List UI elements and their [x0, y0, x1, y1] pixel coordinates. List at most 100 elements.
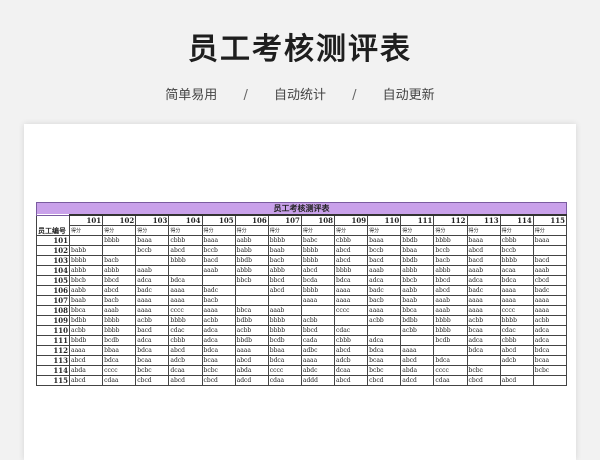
score-cell[interactable]: abcd	[168, 375, 203, 386]
score-cell[interactable]: bacb	[267, 255, 302, 266]
score-cell[interactable]: baaa	[532, 235, 568, 246]
score-cell[interactable]: cdac	[333, 325, 369, 336]
score-cell[interactable]: abcd	[466, 245, 501, 256]
score-cell[interactable]	[267, 295, 302, 306]
score-cell[interactable]: aaaa	[68, 345, 104, 356]
score-cell[interactable]: bbbb	[300, 285, 336, 296]
score-cell[interactable]: bbbb	[300, 255, 336, 266]
score-cell[interactable]: adca	[466, 335, 501, 346]
score-cell[interactable]: bbdb	[234, 255, 269, 266]
score-cell[interactable]: bdca	[499, 275, 534, 286]
score-cell[interactable]: bdca	[267, 355, 302, 366]
score-cell[interactable]: cccc	[333, 305, 369, 316]
score-cell[interactable]: bcbc	[367, 365, 402, 376]
score-cell[interactable]: aaaa	[333, 295, 369, 306]
score-cell[interactable]: bbbb	[267, 315, 302, 326]
score-cell[interactable]: adca	[367, 335, 402, 346]
score-cell[interactable]: adca	[135, 275, 170, 286]
score-cell[interactable]: bccb	[201, 245, 236, 256]
score-cell[interactable]: acbb	[68, 325, 104, 336]
score-cell[interactable]: abcd	[168, 245, 203, 256]
score-cell[interactable]: baaa	[466, 235, 501, 246]
score-cell[interactable]: cbbb	[499, 235, 534, 246]
score-cell[interactable]: bbbb	[333, 265, 369, 276]
score-cell[interactable]: baaa	[135, 235, 170, 246]
score-cell[interactable]: acaa	[499, 265, 534, 276]
score-cell[interactable]: bdca	[102, 355, 137, 366]
score-cell[interactable]: abbb	[102, 265, 137, 276]
score-cell[interactable]: bbdb	[234, 335, 269, 346]
score-cell[interactable]: abbb	[234, 265, 269, 276]
score-cell[interactable]: badc	[135, 285, 170, 296]
score-cell[interactable]: cdaa	[267, 375, 302, 386]
score-cell[interactable]: aaab	[135, 265, 170, 276]
score-cell[interactable]: adca	[201, 325, 236, 336]
score-cell[interactable]	[367, 325, 402, 336]
score-cell[interactable]: cbbb	[499, 335, 534, 346]
score-cell[interactable]	[234, 285, 269, 296]
score-cell[interactable]: bacd	[135, 325, 170, 336]
score-cell[interactable]: badc	[201, 285, 236, 296]
score-cell[interactable]: acbb	[466, 315, 501, 326]
score-cell[interactable]: bacb	[433, 255, 468, 266]
score-cell[interactable]: aaab	[433, 295, 468, 306]
score-cell[interactable]: bbcd	[267, 275, 302, 286]
score-cell[interactable]	[201, 275, 236, 286]
score-cell[interactable]: cdac	[499, 325, 534, 336]
score-cell[interactable]: bacb	[102, 295, 137, 306]
score-cell[interactable]: abcd	[267, 285, 302, 296]
score-cell[interactable]: cbbb	[333, 335, 369, 346]
score-cell[interactable]: bcaa	[201, 355, 236, 366]
score-cell[interactable]: bcda	[300, 275, 336, 286]
score-cell[interactable]	[532, 245, 568, 256]
score-cell[interactable]: cbcd	[135, 375, 170, 386]
score-cell[interactable]	[466, 355, 501, 366]
score-cell[interactable]: bbaa	[102, 345, 137, 356]
score-cell[interactable]: bcdb	[433, 335, 468, 346]
score-cell[interactable]: aaaa	[499, 295, 534, 306]
score-cell[interactable]: aabb	[234, 235, 269, 246]
score-cell[interactable]: bbbb	[168, 315, 203, 326]
score-cell[interactable]: adca	[367, 275, 402, 286]
score-cell[interactable]: bccb	[135, 245, 170, 256]
score-cell[interactable]: bbbb	[433, 325, 468, 336]
score-cell[interactable]: aaaa	[532, 295, 568, 306]
score-cell[interactable]: babb	[234, 245, 269, 256]
score-cell[interactable]: bdca	[168, 275, 203, 286]
score-cell[interactable]: bacd	[532, 255, 568, 266]
score-cell[interactable]: bacd	[201, 255, 236, 266]
score-cell[interactable]: badc	[466, 285, 501, 296]
score-cell[interactable]: aaaa	[300, 295, 336, 306]
score-cell[interactable]: dcaa	[333, 365, 369, 376]
score-cell[interactable]: bbbb	[102, 235, 137, 246]
score-cell[interactable]: acbb	[201, 315, 236, 326]
score-cell[interactable]: addd	[300, 375, 336, 386]
score-cell[interactable]: bdbb	[234, 315, 269, 326]
score-cell[interactable]: cbbb	[168, 235, 203, 246]
score-cell[interactable]: bbcd	[300, 325, 336, 336]
score-cell[interactable]: bbca	[234, 305, 269, 316]
score-cell[interactable]: abcd	[68, 375, 104, 386]
score-cell[interactable]: baab	[267, 245, 302, 256]
score-cell[interactable]: bcbc	[201, 365, 236, 376]
score-cell[interactable]: aaaa	[135, 305, 170, 316]
score-cell[interactable]: badc	[367, 285, 402, 296]
score-cell[interactable]: adbc	[300, 345, 336, 356]
score-cell[interactable]: badc	[532, 285, 568, 296]
score-cell[interactable]: babb	[68, 245, 104, 256]
score-cell[interactable]: aaaa	[466, 305, 501, 316]
score-cell[interactable]: adca	[201, 335, 236, 346]
score-cell[interactable]: bccb	[367, 245, 402, 256]
score-cell[interactable]	[168, 265, 203, 276]
score-cell[interactable]: bbdb	[400, 255, 435, 266]
score-cell[interactable]: aaaa	[201, 305, 236, 316]
score-cell[interactable]: cbcd	[201, 375, 236, 386]
score-cell[interactable]: cbcd	[367, 375, 402, 386]
score-cell[interactable]: bdbb	[68, 315, 104, 326]
score-cell[interactable]	[300, 305, 336, 316]
score-cell[interactable]: aaaa	[466, 295, 501, 306]
score-cell[interactable]: aaab	[433, 305, 468, 316]
score-cell[interactable]: bcbc	[466, 365, 501, 376]
score-cell[interactable]: bcaa	[532, 355, 568, 366]
score-cell[interactable]: cccc	[168, 305, 203, 316]
